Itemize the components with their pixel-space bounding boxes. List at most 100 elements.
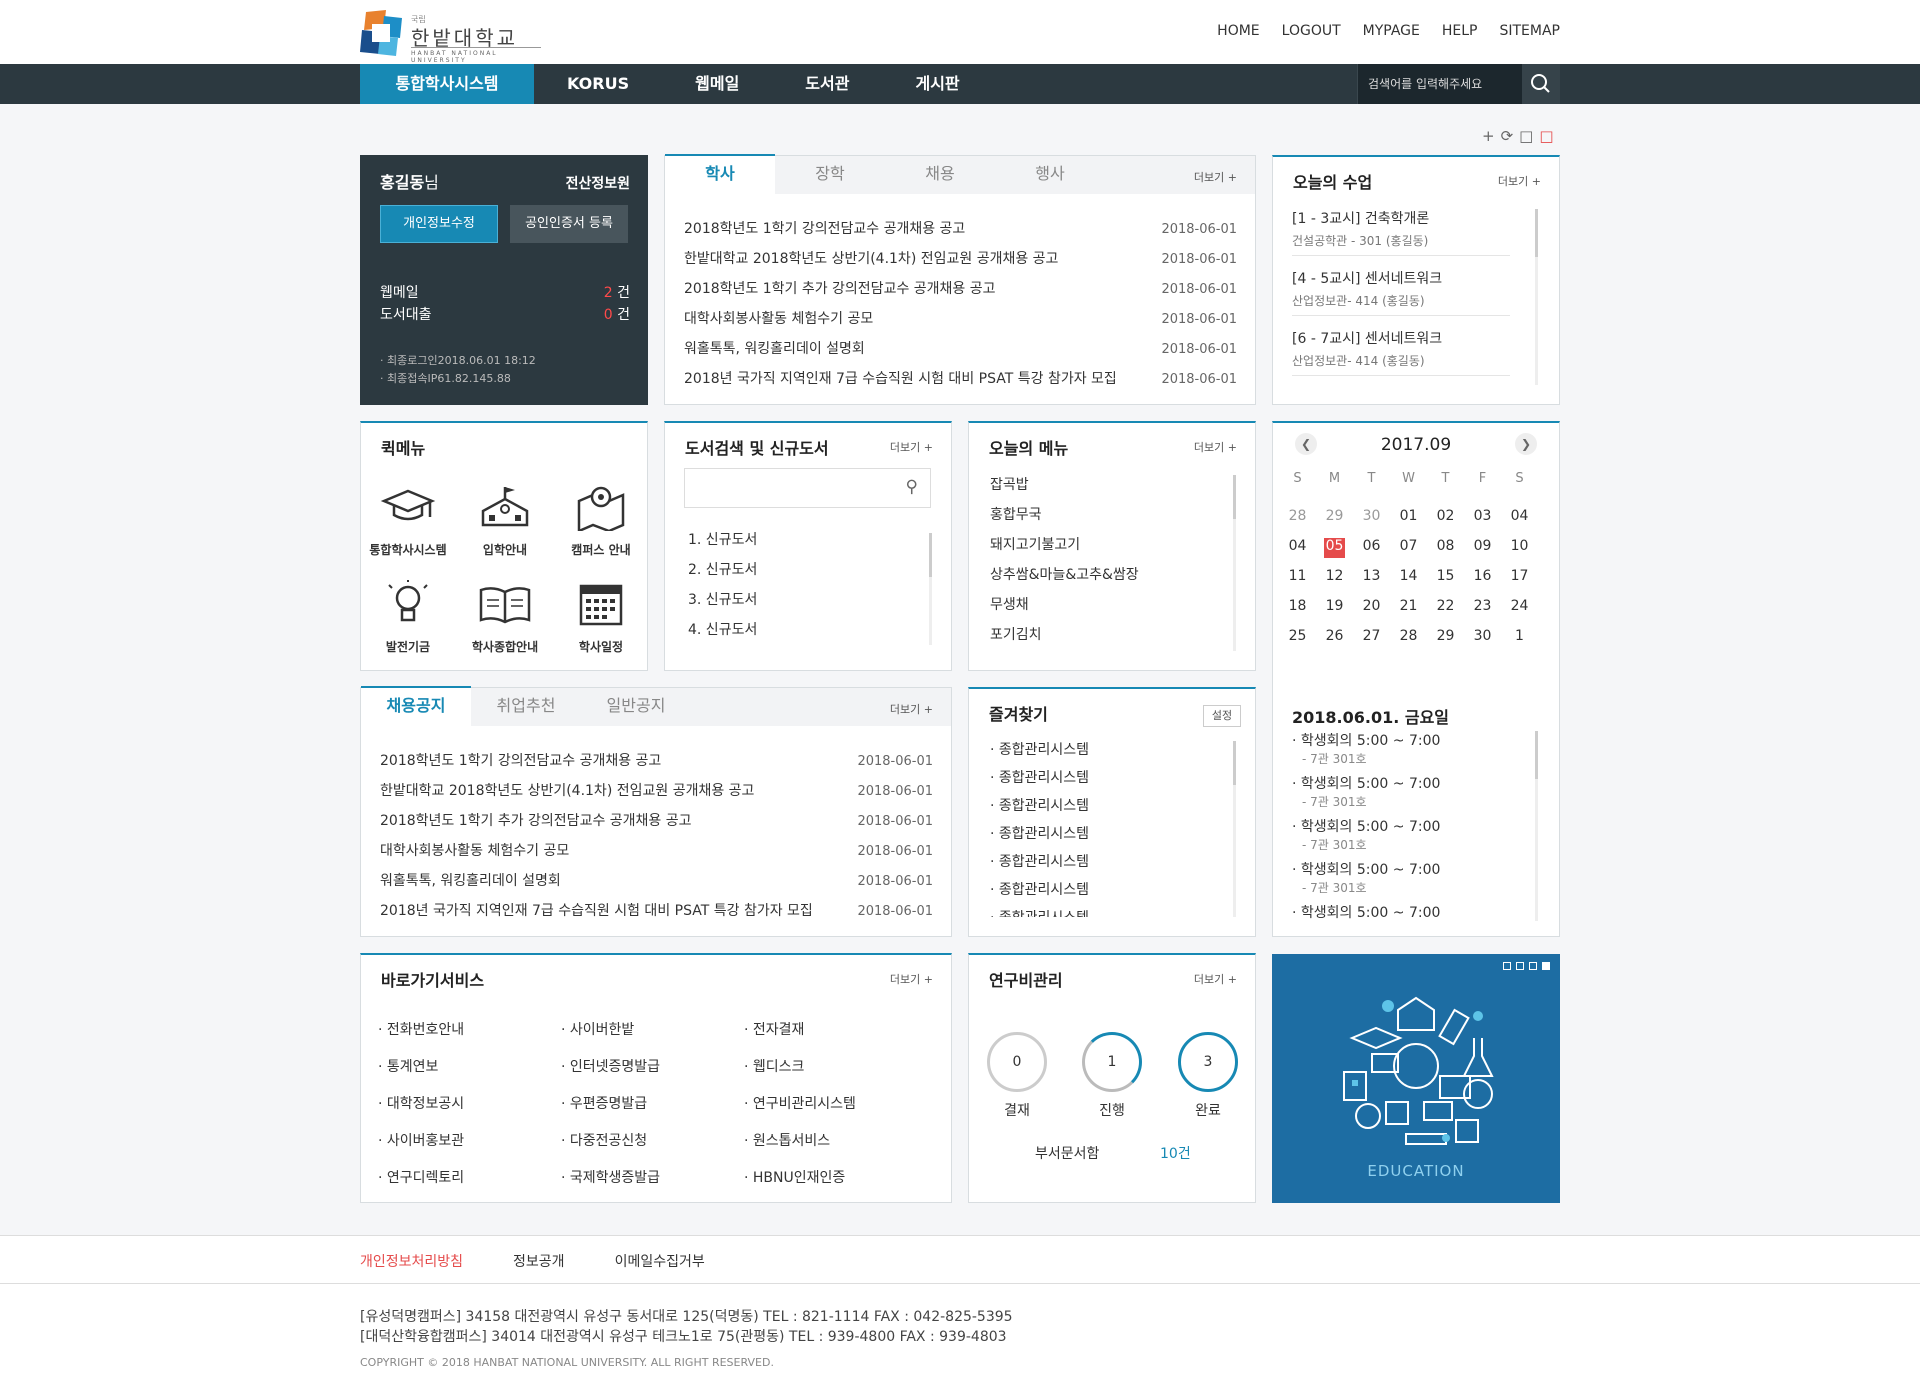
tab-academic[interactable]: 학사 bbox=[665, 154, 775, 194]
service-link[interactable]: · 전자결재 bbox=[744, 1019, 804, 1039]
calendar-day[interactable]: 07 bbox=[1390, 538, 1427, 554]
calendar-day[interactable]: 17 bbox=[1501, 568, 1538, 584]
university-logo[interactable]: 국립 한밭대학교 HANBAT NATIONAL UNIVERSITY bbox=[360, 10, 542, 64]
tab-job-recommend[interactable]: 취업추천 bbox=[471, 688, 581, 726]
class-item[interactable]: [4 - 5교시] 센서네트워크 산업정보관- 414 (홍길동) bbox=[1292, 268, 1510, 316]
list-item[interactable]: 한밭대학교 2018학년도 상반기(4.1차) 전임교원 공개채용 공고 2018… bbox=[684, 248, 1237, 278]
calendar-day[interactable]: 1 bbox=[1501, 628, 1538, 644]
service-link[interactable]: · 연구비관리시스템 bbox=[744, 1093, 856, 1113]
gnb-item-board[interactable]: 게시판 bbox=[882, 64, 992, 104]
approval-count-circle[interactable]: 0 bbox=[987, 1032, 1047, 1092]
calendar-day[interactable]: 01 bbox=[1390, 508, 1427, 524]
education-banner[interactable]: EDUCATION bbox=[1272, 954, 1560, 1203]
search-icon[interactable]: ⚲ bbox=[906, 477, 918, 497]
calendar-day[interactable]: 29 bbox=[1427, 628, 1464, 644]
list-item[interactable]: 워홀톡톡, 워킹홀리데이 설명회 2018-06-01 bbox=[380, 870, 933, 900]
calendar-day[interactable]: 21 bbox=[1390, 598, 1427, 614]
list-item[interactable]: · 종합관리시스템 bbox=[990, 767, 1089, 787]
calendar-day[interactable]: 24 bbox=[1501, 598, 1538, 614]
util-mypage[interactable]: MYPAGE bbox=[1363, 23, 1420, 39]
service-link[interactable]: · 사이버홍보관 bbox=[378, 1130, 464, 1150]
calendar-day[interactable]: 28 bbox=[1390, 628, 1427, 644]
list-item[interactable]: 한밭대학교 2018학년도 상반기(4.1차) 전임교원 공개채용 공고 2018… bbox=[380, 780, 933, 810]
jobs-more-link[interactable]: 더보기 + bbox=[890, 701, 933, 717]
quick-admission[interactable]: 입학안내 bbox=[455, 483, 555, 558]
calendar-day[interactable]: 12 bbox=[1316, 568, 1353, 584]
service-link[interactable]: · 원스톱서비스 bbox=[744, 1130, 830, 1150]
calendar-day[interactable]: 19 bbox=[1316, 598, 1353, 614]
quick-academic[interactable]: 통합학사시스템 bbox=[358, 483, 458, 558]
calendar-day[interactable]: 20 bbox=[1353, 598, 1390, 614]
mail-count-row[interactable]: 웹메일 2 건 bbox=[380, 282, 630, 302]
calendar-day[interactable]: 27 bbox=[1353, 628, 1390, 644]
calendar-day[interactable]: 05 bbox=[1316, 538, 1353, 558]
calendar-day[interactable]: 13 bbox=[1353, 568, 1390, 584]
calendar-day[interactable]: 10 bbox=[1501, 538, 1538, 554]
calendar-day[interactable]: 09 bbox=[1464, 538, 1501, 554]
calendar-day[interactable]: 26 bbox=[1316, 628, 1353, 644]
food-menu-more-link[interactable]: 더보기 + bbox=[1194, 439, 1237, 455]
class-item[interactable]: [6 - 7교시] 센서네트워크 산업정보관- 414 (홍길동) bbox=[1292, 328, 1510, 376]
util-logout[interactable]: LOGOUT bbox=[1282, 23, 1341, 39]
service-link[interactable]: · 대학정보공시 bbox=[378, 1093, 464, 1113]
edit-profile-button[interactable]: 개인정보수정 bbox=[380, 205, 498, 243]
next-month-button[interactable]: ❯ bbox=[1515, 433, 1537, 455]
tab-recruit[interactable]: 채용 bbox=[885, 156, 995, 194]
calendar-day[interactable]: 04 bbox=[1279, 538, 1316, 554]
banner-dot[interactable] bbox=[1503, 962, 1511, 970]
gnb-item-library[interactable]: 도서관 bbox=[772, 64, 882, 104]
quick-guide[interactable]: 학사종합안내 bbox=[455, 580, 555, 655]
util-sitemap[interactable]: SITEMAP bbox=[1499, 23, 1560, 39]
calendar-day[interactable]: 04 bbox=[1501, 508, 1538, 524]
calendar-day[interactable]: 06 bbox=[1353, 538, 1390, 554]
events-scrollbar[interactable] bbox=[1535, 731, 1538, 921]
calendar-day[interactable]: 25 bbox=[1279, 628, 1316, 644]
util-home[interactable]: HOME bbox=[1217, 23, 1259, 39]
done-count-circle[interactable]: 3 bbox=[1178, 1032, 1238, 1092]
list-item[interactable]: · 종합관리시스템 bbox=[990, 739, 1089, 759]
list-item[interactable]: 2018학년도 1학기 강의전담교수 공개채용 공고 2018-06-01 bbox=[380, 750, 933, 780]
register-cert-button[interactable]: 공인인증서 등록 bbox=[510, 205, 628, 243]
calendar-day[interactable]: 30 bbox=[1353, 508, 1390, 524]
list-item[interactable]: · 종합관리시스템 bbox=[990, 795, 1089, 815]
event-item[interactable]: · 학생회의 5:00 ~ 7:00 - 7관 301호 bbox=[1292, 773, 1440, 810]
calendar-day[interactable]: 08 bbox=[1427, 538, 1464, 554]
service-link[interactable]: · 통계연보 bbox=[378, 1056, 438, 1076]
notice-more-link[interactable]: 더보기 + bbox=[1194, 169, 1237, 185]
list-item[interactable]: 2018학년도 1학기 추가 강의전담교수 공개채용 공고 2018-06-01 bbox=[380, 810, 933, 840]
list-item[interactable]: 2018년 국가직 지역인재 7급 수습직원 시험 대비 PSAT 특강 참가자… bbox=[684, 368, 1237, 398]
calendar-day[interactable]: 30 bbox=[1464, 628, 1501, 644]
progress-count-circle[interactable]: 1 bbox=[1082, 1032, 1142, 1092]
privacy-policy-link[interactable]: 개인정보처리방침 bbox=[360, 1251, 463, 1271]
calendar-day[interactable]: 02 bbox=[1427, 508, 1464, 524]
list-item[interactable]: 2018학년도 1학기 강의전담교수 공개채용 공고 2018-06-01 bbox=[684, 218, 1237, 248]
service-link[interactable]: · 웹디스크 bbox=[744, 1056, 804, 1076]
lock-icon[interactable]: □ bbox=[1519, 127, 1533, 145]
classes-more-link[interactable]: 더보기 + bbox=[1498, 173, 1541, 189]
service-link[interactable]: · 인터넷증명발급 bbox=[561, 1056, 660, 1076]
calendar-day[interactable]: 28 bbox=[1279, 508, 1316, 524]
add-icon[interactable]: + bbox=[1482, 127, 1495, 145]
classes-scrollbar[interactable] bbox=[1535, 209, 1538, 385]
calendar-day[interactable]: 16 bbox=[1464, 568, 1501, 584]
calendar-day[interactable]: 18 bbox=[1279, 598, 1316, 614]
dept-docs-value[interactable]: 10건 bbox=[1160, 1143, 1191, 1163]
list-item[interactable]: 워홀톡톡, 워킹홀리데이 설명회 2018-06-01 bbox=[684, 338, 1237, 368]
calendar-day[interactable]: 14 bbox=[1390, 568, 1427, 584]
tab-event[interactable]: 행사 bbox=[995, 156, 1105, 194]
library-more-link[interactable]: 더보기 + bbox=[890, 439, 933, 455]
tab-scholarship[interactable]: 장학 bbox=[775, 156, 885, 194]
loan-count-row[interactable]: 도서대출 0 건 bbox=[380, 304, 630, 324]
event-item[interactable]: · 학생회의 5:00 ~ 7:00 - 7관 301호 bbox=[1292, 859, 1440, 896]
list-item[interactable]: · 종합관리시스템 bbox=[990, 823, 1089, 843]
calendar-day[interactable]: 15 bbox=[1427, 568, 1464, 584]
list-item[interactable]: 2018학년도 1학기 추가 강의전담교수 공개채용 공고 2018-06-01 bbox=[684, 278, 1237, 308]
quick-schedule[interactable]: 학사일정 bbox=[551, 580, 651, 655]
banner-dot[interactable] bbox=[1529, 962, 1537, 970]
calendar-day[interactable]: 03 bbox=[1464, 508, 1501, 524]
services-more-link[interactable]: 더보기 + bbox=[890, 971, 933, 987]
list-item[interactable]: 대학사회봉사활동 체험수기 공모 2018-06-01 bbox=[380, 840, 933, 870]
gnb-item-academic[interactable]: 통합학사시스템 bbox=[360, 64, 534, 104]
list-item[interactable]: 3. 신규도서 bbox=[688, 589, 757, 609]
list-item[interactable]: · 종합관리시스템 bbox=[990, 907, 1089, 917]
